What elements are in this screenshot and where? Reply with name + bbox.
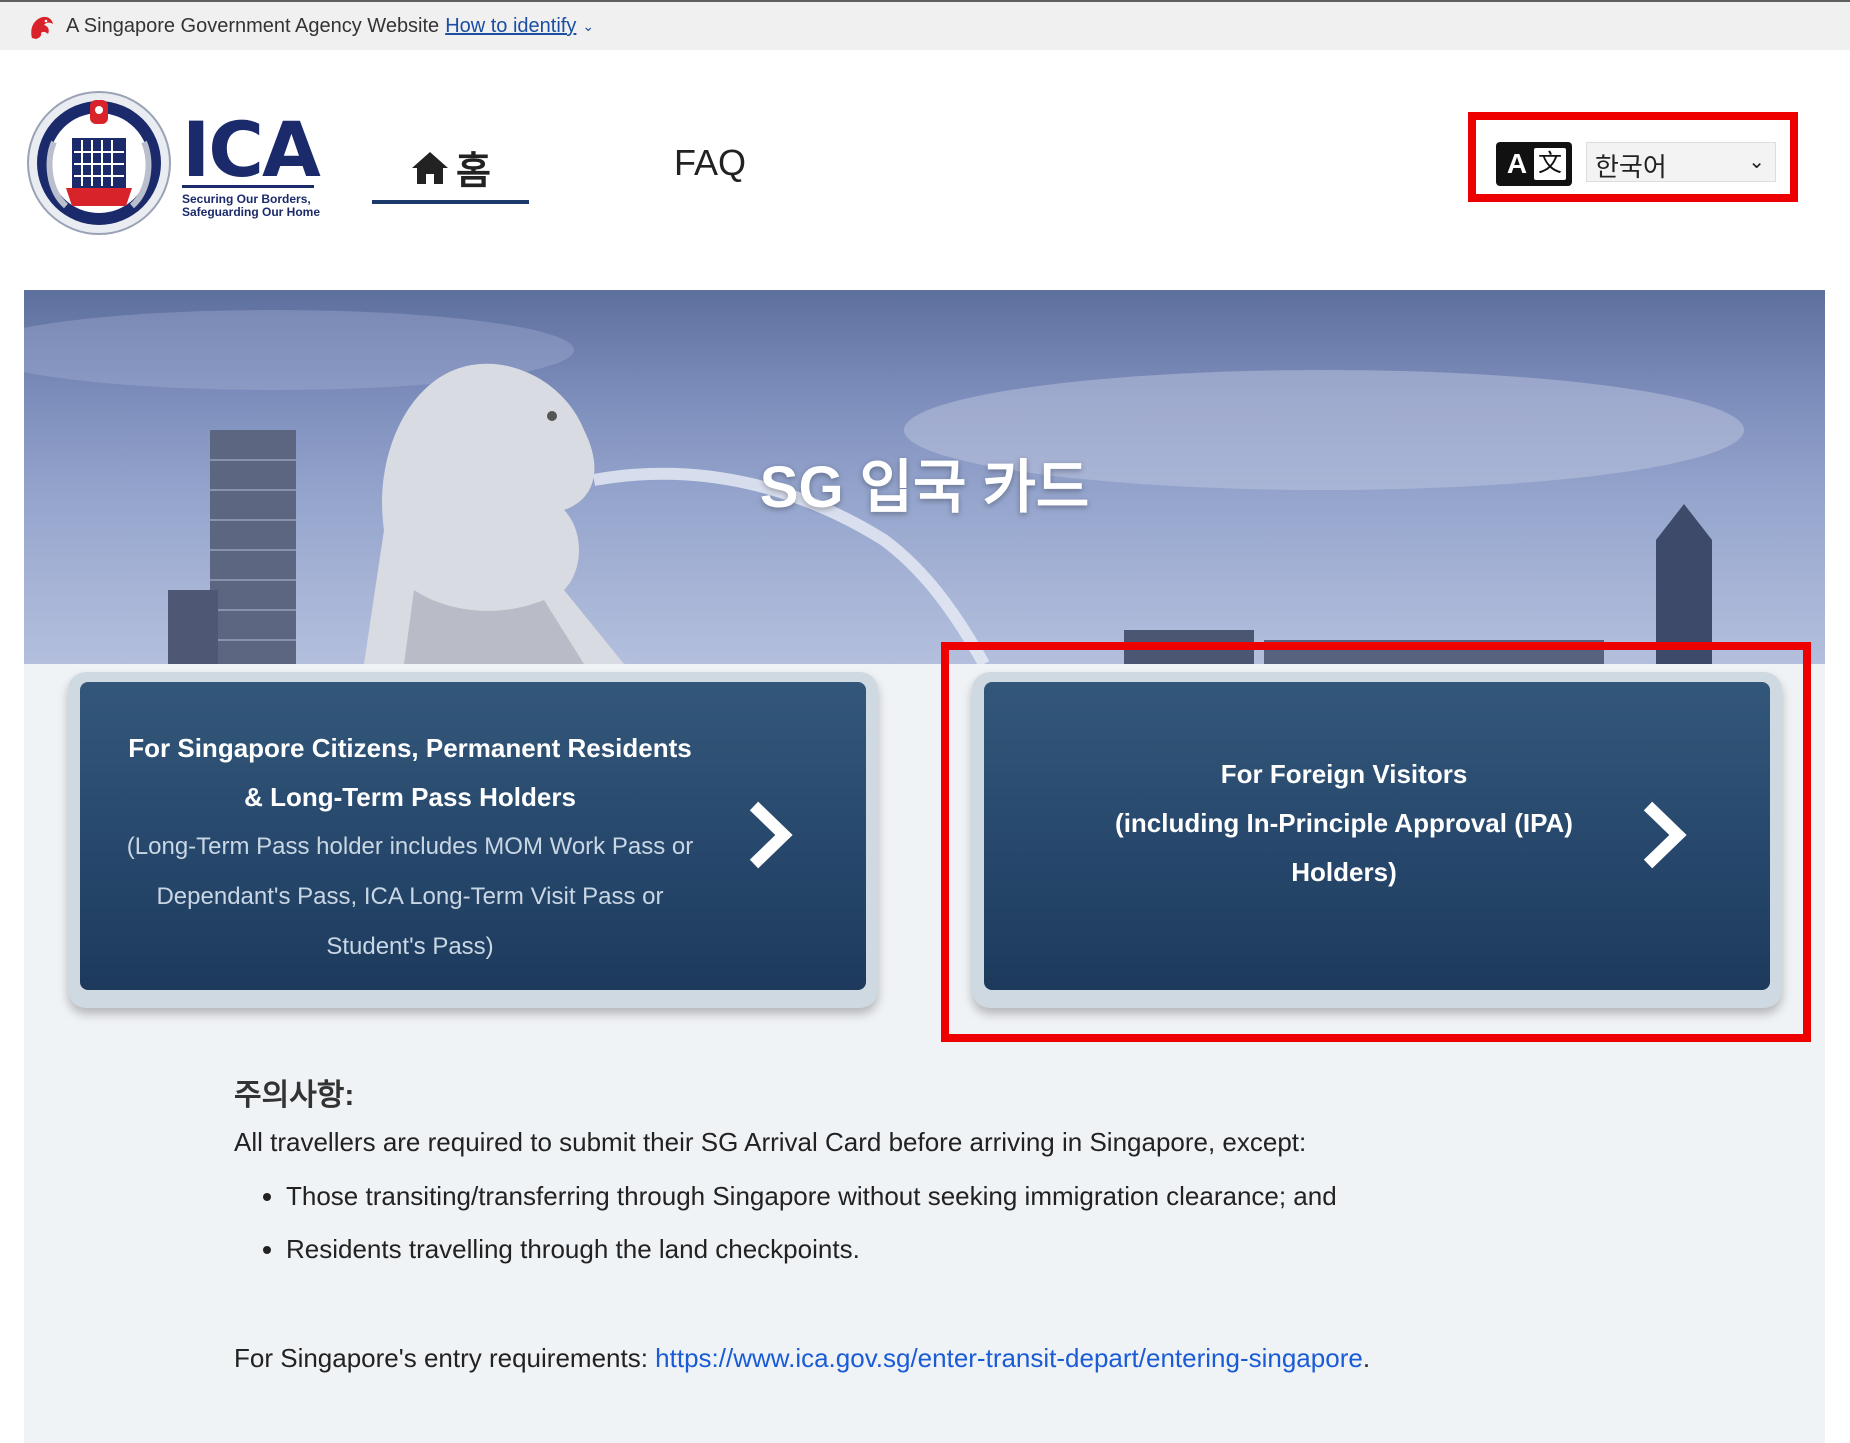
chevron-right-icon [1643,801,1687,869]
notice-intro: All travellers are required to submit th… [234,1127,1307,1157]
visitors-line-2: (including In-Principle Approval (IPA) [1115,808,1573,838]
residents-sub-line-3: Student's Pass) [326,933,494,960]
residents-card: For Singapore Citizens, Permanent Reside… [68,672,878,1008]
entry-requirements-link[interactable]: https://www.ica.gov.sg/enter-transit-dep… [655,1343,1363,1373]
visitors-card-button[interactable]: For Foreign Visitors (including In-Princ… [984,682,1770,990]
exception-list: Those transiting/transferring through Si… [234,1170,1634,1276]
nav-home-label: 홈 [456,151,491,193]
nav-faq[interactable]: FAQ [674,142,746,184]
notice-heading: 주의사항: [234,1079,355,1112]
entry-requirements-label: For Singapore's entry requirements: [234,1343,656,1373]
residents-sub-line-2: Dependant's Pass, ICA Long-Term Visit Pa… [156,883,664,910]
residents-card-button[interactable]: For Singapore Citizens, Permanent Reside… [80,682,866,990]
page-title: SG 입국 카드 [759,455,1090,520]
language-selected-value: 한국어 [1595,152,1667,182]
residents-sub-line-1: (Long-Term Pass holder includes MOM Work… [126,833,694,860]
visitors-card-text: For Foreign Visitors (including In-Princ… [1014,750,1674,897]
chevron-down-icon[interactable]: ⌄ [582,18,594,35]
entry-requirements: For Singapore's entry requirements: http… [234,1343,1370,1374]
how-to-identify-link[interactable]: How to identify [445,15,576,37]
singapore-lion-icon [31,16,53,39]
tagline-line-2: Safeguarding Our Home [182,205,321,219]
chevron-down-icon: ⌄ [1748,151,1765,173]
ica-logo-text[interactable]: ICA [182,112,321,188]
home-icon [412,151,449,184]
language-select[interactable]: 한국어 ⌄ [1586,142,1776,182]
language-selector-highlight: A 文 한국어 ⌄ [1468,112,1798,202]
gov-masthead: A Singapore Government Agency Website How… [0,0,1850,50]
visitors-line-3: Holders) [1291,857,1397,887]
residents-card-text: For Singapore Citizens, Permanent Reside… [110,724,710,972]
translate-icon: A 文 [1496,142,1572,186]
chevron-right-icon [749,801,793,869]
residents-title-line-2: & Long-Term Pass Holders [244,782,576,812]
list-item: Those transiting/transferring through Si… [286,1170,1634,1223]
visitors-card: For Foreign Visitors (including In-Princ… [972,672,1782,1008]
logo-tagline: Securing Our Borders, Safeguarding Our H… [182,193,342,219]
nav-home[interactable]: 홈 [372,140,529,204]
main-content: SG 입국 카드 For Singapore Citizens, Permane… [24,290,1825,1443]
logo-underline [182,185,314,188]
agency-statement: A Singapore Government Agency Website How… [66,15,594,38]
notice-section: 주의사항: All travellers are required to sub… [234,1070,1634,1276]
agency-text: A Singapore Government Agency Website [66,15,440,37]
hero-banner: SG 입국 카드 [24,290,1825,664]
list-item: Residents travelling through the land ch… [286,1223,1634,1276]
visitors-line-1: For Foreign Visitors [1220,759,1468,789]
ica-crest-icon[interactable] [26,90,172,236]
entry-requirements-period: . [1362,1343,1371,1373]
residents-title-line-1: For Singapore Citizens, Permanent Reside… [128,733,692,763]
